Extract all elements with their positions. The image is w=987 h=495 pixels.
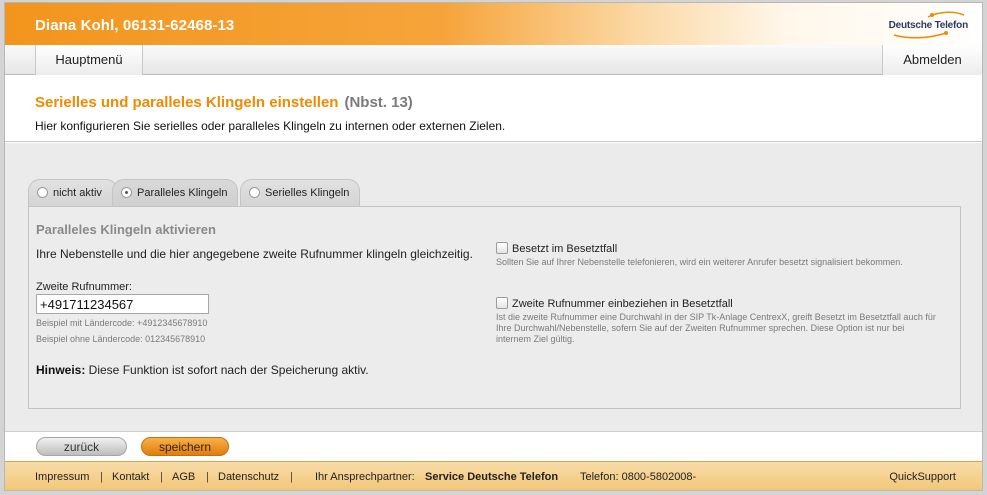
- radio-icon[interactable]: [37, 187, 48, 198]
- include-second-number-checkbox[interactable]: [496, 297, 508, 309]
- hint-without-country-code: Beispiel ohne Ländercode: 012345678910: [36, 334, 206, 344]
- footer-link-kontakt[interactable]: Kontakt: [112, 462, 149, 490]
- panel-description: Ihre Nebenstelle und die hier angegebene…: [36, 247, 473, 261]
- footer-separator: |: [160, 471, 163, 483]
- second-number-input[interactable]: [36, 294, 209, 314]
- tab-label: Paralleles Klingeln: [137, 187, 228, 199]
- page-title-text: Serielles und paralleles Klingeln einste…: [35, 94, 339, 111]
- extension-label: (Nbst. 13): [344, 94, 413, 111]
- company-logo: Deutsche Telefon: [888, 9, 968, 41]
- main-menu-button[interactable]: Hauptmenü: [35, 45, 143, 75]
- tab-parallel-ringing[interactable]: Paralleles Klingeln: [112, 179, 238, 206]
- footer-separator: |: [100, 471, 103, 483]
- page-description: Hier konfigurieren Sie serielles oder pa…: [35, 119, 506, 133]
- quicksupport-link[interactable]: QuickSupport: [889, 462, 956, 490]
- footer-separator: |: [206, 471, 209, 483]
- page-title: Serielles und paralleles Klingeln einste…: [35, 94, 413, 111]
- tab-serial-ringing[interactable]: Serielles Klingeln: [240, 179, 360, 206]
- page-header: Serielles und paralleles Klingeln einste…: [5, 76, 982, 142]
- top-header: Diana Kohl, 06131-62468-13 Deutsche Tele…: [5, 3, 982, 45]
- action-bar: zurück speichern: [5, 431, 982, 461]
- contact-name: Service Deutsche Telefon: [425, 471, 559, 483]
- main-content: nicht aktiv Paralleles Klingeln Serielle…: [5, 143, 982, 431]
- footer-link-agb[interactable]: AGB: [172, 462, 195, 490]
- back-button[interactable]: zurück: [36, 437, 127, 456]
- footer-separator: |: [290, 471, 293, 483]
- note-label: Hinweis:: [36, 363, 86, 377]
- logo-text: Deutsche Telefon: [888, 20, 969, 31]
- radio-selected-icon[interactable]: [121, 187, 132, 198]
- include-second-number-label[interactable]: Zweite Rufnummer einbeziehen in Besetztf…: [512, 298, 733, 310]
- footer: Impressum | Kontakt | AGB | Datenschutz …: [5, 461, 982, 490]
- footer-link-impressum[interactable]: Impressum: [35, 462, 89, 490]
- radio-icon[interactable]: [249, 187, 260, 198]
- footer-link-datenschutz[interactable]: Datenschutz: [218, 462, 279, 490]
- nav-bar: Hauptmenü Abmelden: [5, 45, 982, 75]
- include-second-number-description: Ist die zweite Rufnummer eine Durchwahl …: [496, 312, 936, 344]
- user-info: Diana Kohl, 06131-62468-13: [35, 17, 235, 34]
- logout-button[interactable]: Abmelden: [882, 45, 982, 75]
- save-button[interactable]: speichern: [141, 437, 229, 456]
- second-number-label: Zweite Rufnummer:: [36, 281, 132, 293]
- busy-on-busy-checkbox[interactable]: [496, 242, 508, 254]
- note: Hinweis: Diese Funktion ist sofort nach …: [36, 363, 369, 377]
- parallel-ringing-panel: Paralleles Klingeln aktivieren Ihre Nebe…: [28, 206, 961, 409]
- tab-not-active[interactable]: nicht aktiv: [28, 179, 118, 206]
- tab-label: Serielles Klingeln: [265, 187, 350, 199]
- note-text: Diese Funktion ist sofort nach der Speic…: [85, 363, 369, 377]
- busy-on-busy-description: Sollten Sie auf Ihrer Nebenstelle telefo…: [496, 257, 903, 267]
- contact-phone: Telefon: 0800-5802008-: [580, 471, 697, 483]
- hint-with-country-code: Beispiel mit Ländercode: +4912345678910: [36, 318, 208, 328]
- panel-title: Paralleles Klingeln aktivieren: [36, 222, 216, 237]
- tab-label: nicht aktiv: [53, 187, 102, 199]
- browser-page: Diana Kohl, 06131-62468-13 Deutsche Tele…: [4, 2, 983, 491]
- busy-on-busy-label[interactable]: Besetzt im Besetztfall: [512, 243, 617, 255]
- contact-label: Ihr Ansprechpartner:: [315, 471, 415, 483]
